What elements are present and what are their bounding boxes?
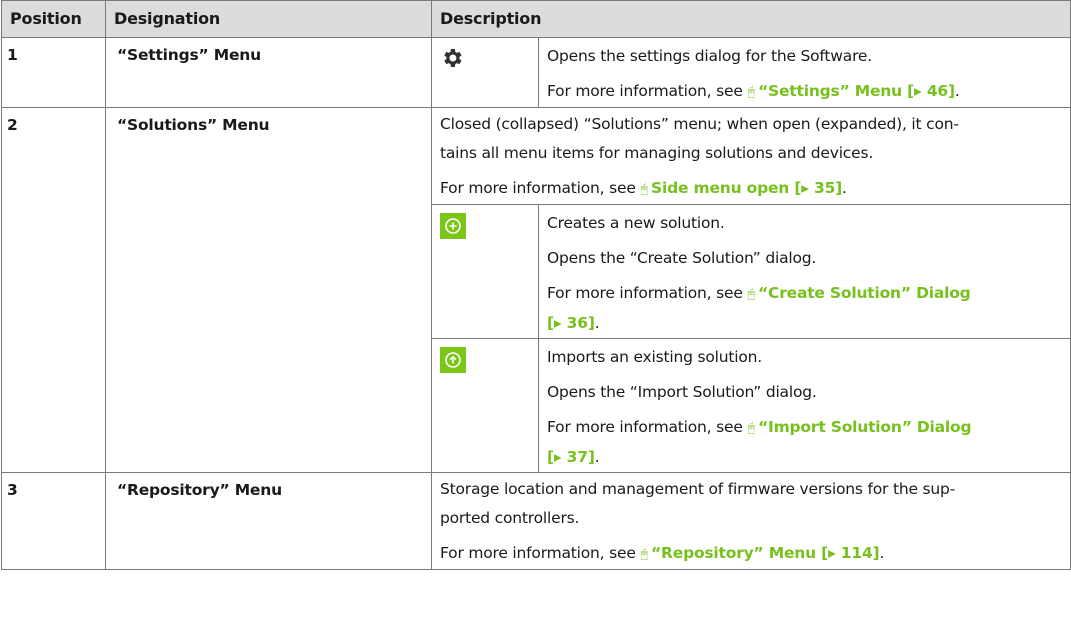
- header-position: Position: [1, 0, 106, 38]
- create-solution-link-page[interactable]: [▸ 36]: [547, 314, 595, 332]
- more-info: For more information, see 🖰 “Repository” …: [440, 544, 885, 562]
- plus-circle-icon[interactable]: [440, 213, 466, 239]
- position-cell: 2: [1, 107, 106, 473]
- icon-cell: [431, 338, 539, 473]
- settings-menu-link[interactable]: “Settings” Menu [▸ 46]: [758, 82, 955, 100]
- description-text: Storage location and management of firmw…: [440, 480, 956, 527]
- icon-cell: [431, 204, 539, 339]
- position-cell: 3: [1, 472, 106, 570]
- header-description: Description: [430, 0, 1071, 38]
- mouse-icon: 🖰: [747, 287, 756, 302]
- more-info: For more information, see 🖰 Side menu ope…: [440, 179, 847, 197]
- import-solution-link[interactable]: “Import Solution” Dialog: [758, 418, 972, 436]
- description-cell: Imports an existing solution. Opens the …: [537, 338, 1071, 473]
- description-cell: Creates a new solution. Opens the “Creat…: [537, 204, 1071, 339]
- icon-cell: [431, 37, 539, 108]
- designation-cell: “Solutions” Menu: [105, 107, 432, 473]
- more-info: For more information, see 🖰 “Settings” Me…: [547, 82, 960, 100]
- description-text: Imports an existing solution.: [547, 348, 762, 366]
- table-row: 3 “Repository” Menu Storage location and…: [1, 472, 1071, 570]
- import-solution-link-page[interactable]: [▸ 37]: [547, 448, 595, 466]
- table-row: 2 “Solutions” Menu Closed (collapsed) “S…: [1, 107, 1071, 473]
- more-info: For more information, see 🖰 “Create Solut…: [547, 284, 971, 332]
- create-solution-link[interactable]: “Create Solution” Dialog: [758, 284, 971, 302]
- description-cell: Storage location and management of firmw…: [430, 472, 1071, 570]
- mouse-icon: 🖰: [640, 547, 649, 562]
- reference-table: Position Designation Description 1 “Sett…: [1, 0, 1071, 570]
- designation-cell: “Settings” Menu: [105, 37, 432, 108]
- side-menu-open-link[interactable]: Side menu open [▸ 35]: [651, 179, 842, 197]
- description-text: Creates a new solution.: [547, 214, 725, 232]
- header-row: Position Designation Description: [1, 0, 1071, 38]
- description-text: Closed (collapsed) “Solutions” menu; whe…: [440, 115, 959, 162]
- position-cell: 1: [1, 37, 106, 108]
- description-text: Opens the “Create Solution” dialog.: [547, 249, 817, 267]
- description-cell: Closed (collapsed) “Solutions” menu; whe…: [430, 107, 1071, 205]
- table-row: 1 “Settings” Menu Opens the settings dia…: [1, 37, 1071, 108]
- more-info-prefix: For more information, see: [547, 82, 743, 100]
- more-info: For more information, see 🖰 “Import Solut…: [547, 418, 972, 466]
- mouse-icon: 🖰: [747, 421, 756, 436]
- description-cell: Opens the settings dialog for the Softwa…: [537, 37, 1071, 108]
- description-text: Opens the “Import Solution” dialog.: [547, 383, 817, 401]
- upload-circle-icon[interactable]: [440, 347, 466, 373]
- mouse-icon: 🖰: [747, 85, 756, 100]
- header-designation: Designation: [105, 0, 432, 38]
- gear-icon: [444, 49, 462, 67]
- mouse-icon: 🖰: [640, 182, 649, 197]
- designation-cell: “Repository” Menu: [105, 472, 432, 570]
- repository-menu-link[interactable]: “Repository” Menu [▸ 114]: [651, 544, 880, 562]
- description-text: Opens the settings dialog for the Softwa…: [547, 47, 872, 65]
